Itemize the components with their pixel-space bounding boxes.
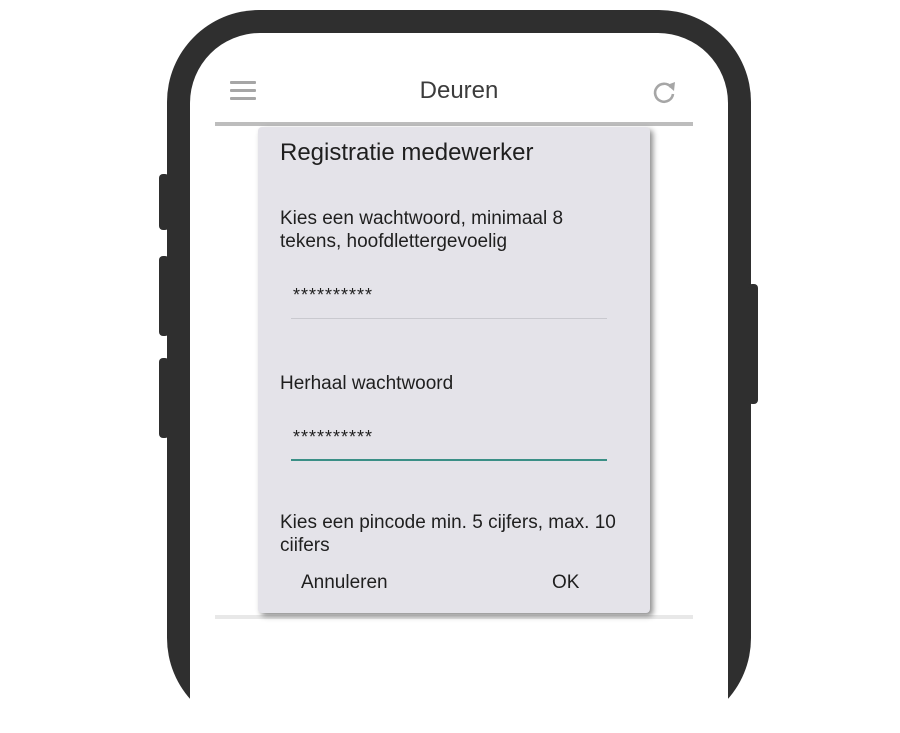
content-divider xyxy=(215,615,693,619)
cancel-button[interactable]: Annuleren xyxy=(301,572,388,594)
phone-power-button xyxy=(748,284,758,404)
phone-side-button xyxy=(159,174,169,230)
phone-side-button xyxy=(159,358,169,438)
pincode-label: Kies een pincode min. 5 cijfers, max. 10… xyxy=(280,512,616,556)
password-field[interactable]: ********** xyxy=(291,279,607,319)
app-bar: Deuren xyxy=(190,33,728,123)
password-underline xyxy=(291,318,607,319)
ok-button[interactable]: OK xyxy=(552,572,579,594)
dialog-title: Registratie medewerker xyxy=(280,139,534,166)
registration-dialog: Registratie medewerker Kies een wachtwoo… xyxy=(258,127,650,613)
refresh-icon[interactable] xyxy=(650,79,678,107)
repeat-password-field[interactable]: ********** xyxy=(291,421,607,461)
repeat-password-label: Herhaal wachtwoord xyxy=(280,373,454,394)
phone-screen: Deuren Registratie medewerker Kies een w… xyxy=(190,33,728,733)
app-bar-divider xyxy=(215,122,693,126)
phone-side-button xyxy=(159,256,169,336)
password-value: ********** xyxy=(293,285,374,305)
password-label: Kies een wachtwoord, minimaal 8 tekens, … xyxy=(280,208,564,252)
app-title: Deuren xyxy=(419,77,499,104)
repeat-password-underline xyxy=(291,459,607,461)
repeat-password-value: ********** xyxy=(293,427,374,447)
